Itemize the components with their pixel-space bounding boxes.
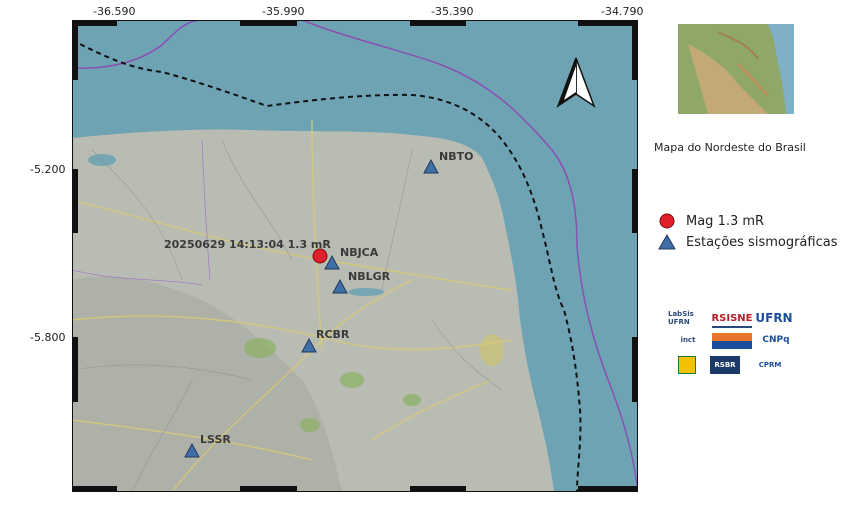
vegetation-patch	[403, 394, 421, 406]
seismic-map[interactable]: NBTO NBJCA NBLGR RCBR LSSR 20250629 14:1…	[72, 20, 638, 492]
inset-caption: Mapa do Nordeste do Brasil	[654, 141, 806, 154]
station-label-nbjca: NBJCA	[340, 246, 379, 259]
petrobras-logo	[678, 356, 696, 374]
lon-tick-4: -34.790	[601, 5, 644, 18]
lat-tick-1: -5.200	[30, 163, 66, 176]
station-label-lssr: LSSR	[200, 433, 231, 446]
vegetation-patch	[340, 372, 364, 388]
urban-area	[480, 334, 504, 366]
inset-map[interactable]	[678, 24, 794, 114]
legend-station: Estações sismográficas	[658, 233, 838, 250]
labsis-logo: LabSis UFRN	[668, 310, 694, 326]
inct-geo-logo	[712, 333, 752, 349]
cnpq-logo: CNPq	[762, 335, 790, 345]
station-label-rcbr: RCBR	[316, 328, 350, 341]
lat-tick-2: -5.800	[30, 331, 66, 344]
legend-event-label: Mag 1.3 mR	[686, 213, 765, 229]
legend-station-label: Estações sismográficas	[686, 234, 838, 250]
inct-logo: inct	[680, 336, 696, 344]
vegetation-patch	[300, 418, 320, 432]
rsisne-logo: RSISNE	[711, 310, 753, 328]
vegetation-patch	[244, 338, 276, 358]
lon-tick-3: -35.390	[431, 5, 474, 18]
station-label-nblgr: NBLGR	[348, 270, 391, 283]
rsbr-logo: RSBR	[710, 356, 740, 374]
legend-event: Mag 1.3 mR	[658, 213, 764, 229]
station-legend-icon	[658, 233, 678, 250]
cprm-logo: CPRM	[758, 361, 782, 369]
lon-tick-2: -35.990	[262, 5, 305, 18]
ufrn-logo: UFRN	[755, 311, 793, 325]
station-label-nbto: NBTO	[439, 150, 474, 163]
reservoir	[348, 288, 384, 296]
event-label: 20250629 14:13:04 1.3 mR	[164, 238, 331, 251]
inset-map-image	[678, 24, 794, 114]
event-marker[interactable]	[312, 248, 328, 264]
event-legend-icon	[658, 213, 678, 229]
lon-tick-1: -36.590	[93, 5, 136, 18]
